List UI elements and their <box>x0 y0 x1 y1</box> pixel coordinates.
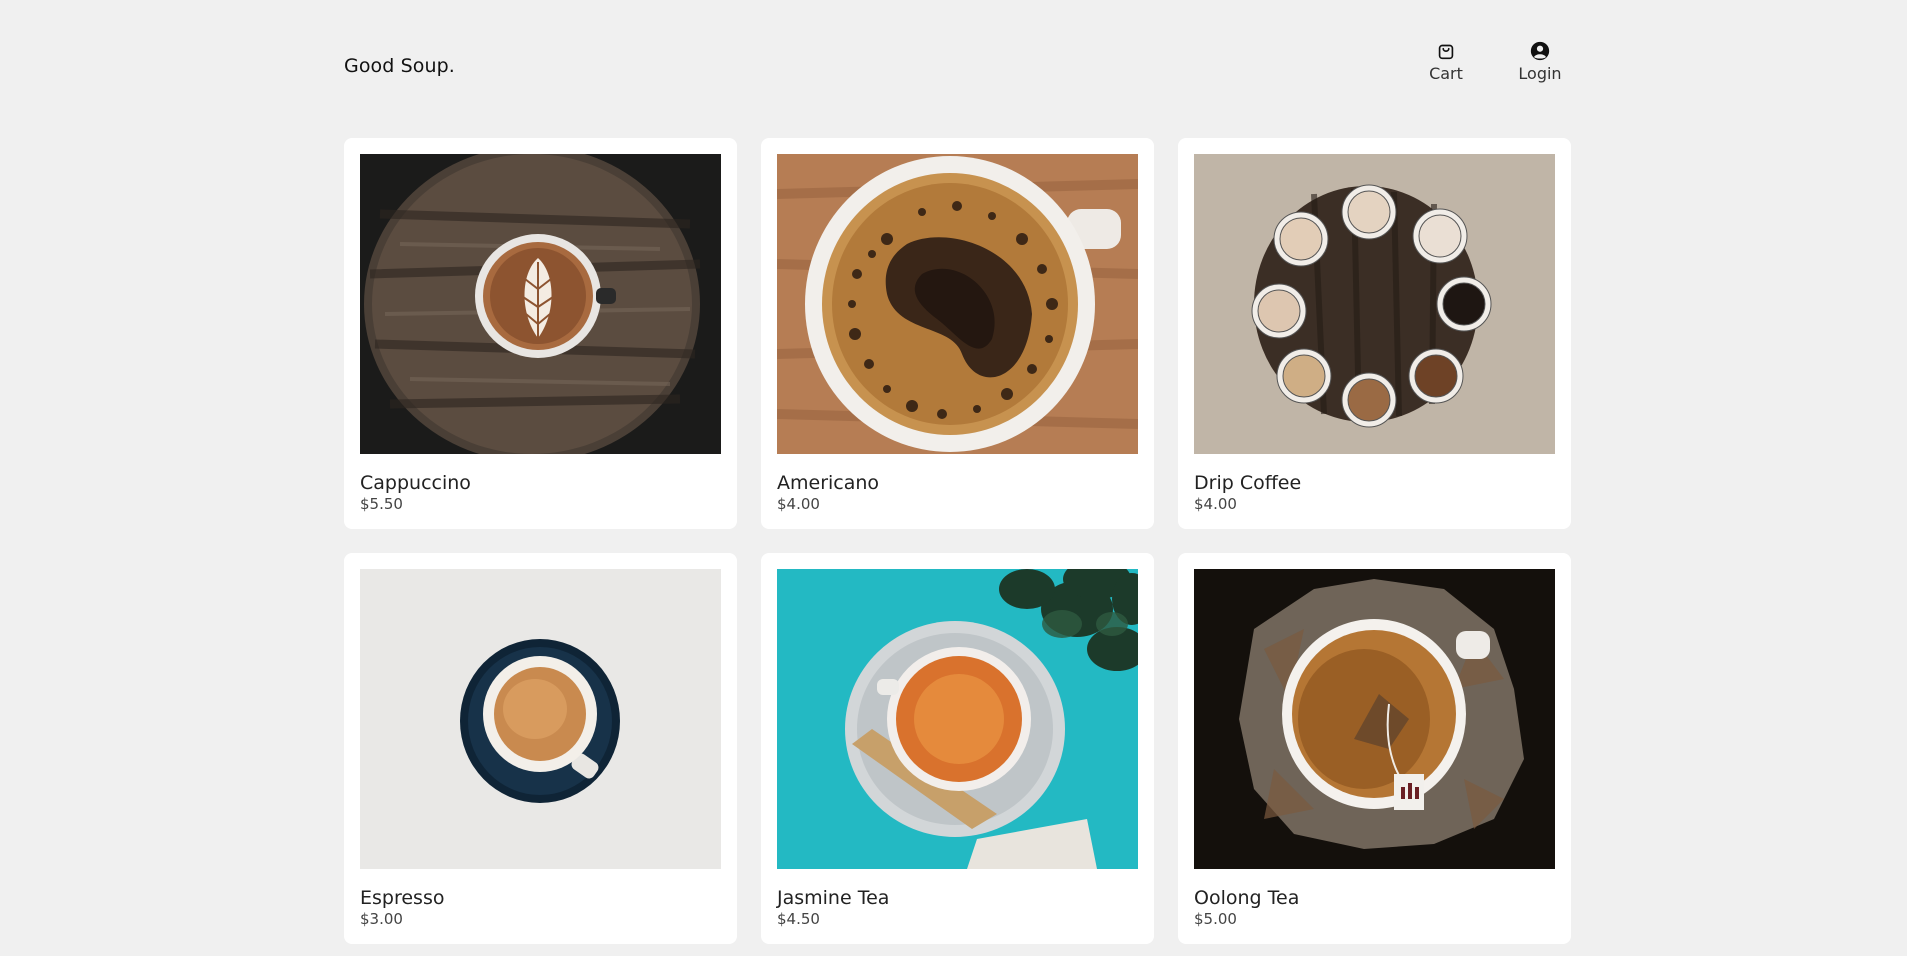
site-header: Good Soup. Cart Login <box>344 40 1572 90</box>
product-price: $3.00 <box>360 910 403 928</box>
oolong-tea-image <box>1194 569 1555 869</box>
page: Good Soup. Cart Login Cappuccino $5.50 A… <box>0 0 1907 956</box>
product-name: Cappuccino <box>360 472 471 494</box>
login-button[interactable]: Login <box>1508 40 1572 83</box>
header-nav: Cart Login <box>1414 40 1572 83</box>
login-label: Login <box>1518 64 1562 83</box>
drip-coffee-image <box>1194 154 1555 454</box>
shopping-bag-icon <box>1438 44 1454 60</box>
product-price: $5.00 <box>1194 910 1237 928</box>
product-card[interactable]: Drip Coffee $4.00 <box>1178 138 1571 529</box>
product-price: $4.00 <box>777 495 820 513</box>
brand-logo[interactable]: Good Soup. <box>344 55 455 77</box>
jasmine-tea-image <box>777 569 1138 869</box>
product-grid: Cappuccino $5.50 Americano $4.00 Drip Co… <box>344 138 1572 944</box>
product-card[interactable]: Americano $4.00 <box>761 138 1154 529</box>
product-name: Oolong Tea <box>1194 887 1300 909</box>
product-image <box>777 569 1138 869</box>
cart-label: Cart <box>1429 64 1463 83</box>
product-card[interactable]: Oolong Tea $5.00 <box>1178 553 1571 944</box>
cart-button[interactable]: Cart <box>1414 40 1478 83</box>
cappuccino-image <box>360 154 721 454</box>
user-circle-icon <box>1530 41 1550 61</box>
product-image <box>777 154 1138 454</box>
espresso-image <box>360 569 721 869</box>
product-name: Espresso <box>360 887 445 909</box>
product-card[interactable]: Espresso $3.00 <box>344 553 737 944</box>
americano-image <box>777 154 1138 454</box>
product-image <box>360 154 721 454</box>
product-name: Jasmine Tea <box>777 887 890 909</box>
product-card[interactable]: Jasmine Tea $4.50 <box>761 553 1154 944</box>
product-name: Americano <box>777 472 880 494</box>
product-price: $4.50 <box>777 910 820 928</box>
product-card[interactable]: Cappuccino $5.50 <box>344 138 737 529</box>
product-image <box>1194 569 1555 869</box>
product-name: Drip Coffee <box>1194 472 1302 494</box>
product-image <box>1194 154 1555 454</box>
product-image <box>360 569 721 869</box>
product-price: $4.00 <box>1194 495 1237 513</box>
product-price: $5.50 <box>360 495 403 513</box>
